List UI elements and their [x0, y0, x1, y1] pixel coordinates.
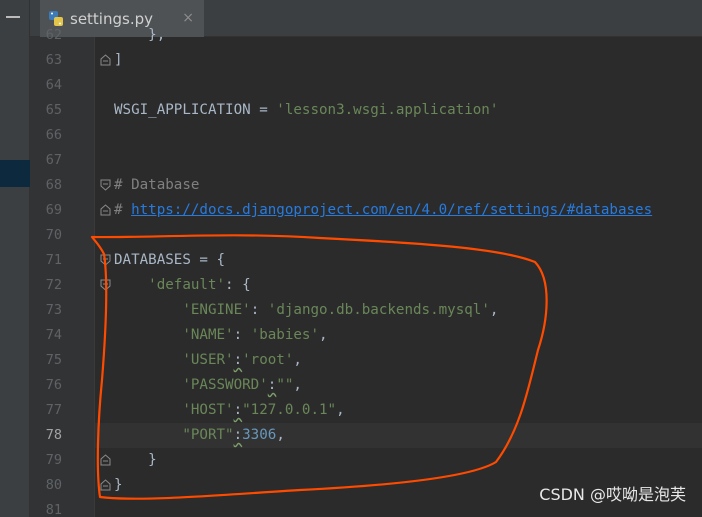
line-number: 69: [45, 202, 62, 218]
code-line[interactable]: WSGI_APPLICATION = 'lesson3.wsgi.applica…: [114, 98, 498, 123]
code-token: # Database: [114, 177, 200, 193]
code-token: "": [276, 377, 294, 393]
code-token: 'root': [242, 352, 294, 368]
line-number: 81: [45, 502, 62, 517]
line-number: 76: [45, 377, 62, 393]
code-token: }: [114, 452, 157, 468]
code-token: },: [114, 27, 166, 43]
line-number: 67: [45, 152, 62, 168]
code-line[interactable]: # Database: [114, 173, 199, 198]
code-line[interactable]: 'default': {: [114, 273, 251, 298]
code-line[interactable]: 'USER':'root',: [114, 348, 302, 373]
code-token: ,: [293, 377, 302, 393]
code-token: 'NAME': [182, 327, 234, 343]
code-token: :: [233, 352, 243, 368]
fold-end-icon[interactable]: [100, 204, 111, 216]
code-token: ]: [114, 52, 123, 68]
watermark: CSDN @哎呦是泡芙: [539, 485, 686, 504]
code-line[interactable]: ]: [114, 48, 123, 73]
code-token: DATABASES = {: [114, 252, 226, 268]
line-number: 78: [45, 427, 62, 443]
minimize-icon[interactable]: [6, 16, 20, 18]
code-token: ,: [336, 402, 345, 418]
code-token: 'HOST': [182, 402, 234, 418]
code-line[interactable]: 'NAME': 'babies',: [114, 323, 328, 348]
code-line[interactable]: },: [114, 23, 165, 48]
code-token: #: [114, 202, 132, 218]
code-token: ,: [489, 302, 499, 318]
code-token: 'babies': [250, 327, 320, 343]
line-number: 71: [45, 252, 62, 268]
code-token: : {: [225, 277, 251, 293]
code-line[interactable]: DATABASES = {: [114, 248, 225, 273]
code-token: 'ENGINE': [182, 302, 251, 318]
code-token: 'default': [148, 277, 226, 293]
code-line[interactable]: }: [114, 473, 123, 498]
fold-end-icon[interactable]: [100, 54, 111, 66]
code-token: WSGI_APPLICATION =: [114, 102, 277, 118]
code-token: ,: [319, 327, 328, 343]
code-token: ,: [276, 427, 285, 443]
code-token: 'PASSWORD': [182, 377, 268, 393]
code-line[interactable]: 'ENGINE': 'django.db.backends.mysql',: [114, 298, 498, 323]
line-number: 70: [45, 227, 62, 243]
line-number: 63: [45, 52, 62, 68]
code-token: 'USER': [182, 352, 234, 368]
code-token: :: [233, 427, 243, 443]
code-token: 3306: [242, 427, 277, 443]
fold-end-icon[interactable]: [100, 479, 111, 491]
code-line[interactable]: "PORT":3306,: [114, 423, 285, 448]
code-line[interactable]: 'HOST':"127.0.0.1",: [114, 398, 345, 423]
fold-collapse-icon[interactable]: [100, 254, 111, 266]
tool-window-strip: [0, 0, 30, 517]
code-token: }: [114, 477, 123, 493]
code-token: 'django.db.backends.mysql': [267, 302, 490, 318]
line-number: 62: [45, 27, 62, 43]
selected-tool-indicator: [0, 160, 30, 187]
code-line[interactable]: 'PASSWORD':"",: [114, 373, 302, 398]
code-line[interactable]: }: [114, 448, 157, 473]
line-number: 68: [45, 177, 62, 193]
line-number: 80: [45, 477, 62, 493]
line-number: 79: [45, 452, 62, 468]
line-number: 66: [45, 127, 62, 143]
code-token: "PORT": [182, 427, 234, 443]
line-number: 73: [45, 302, 62, 318]
line-number: 64: [45, 77, 62, 93]
fold-end-icon[interactable]: [100, 454, 111, 466]
line-number: 75: [45, 352, 62, 368]
line-number: 77: [45, 402, 62, 418]
fold-collapse-icon[interactable]: [100, 179, 111, 191]
docs-link[interactable]: https://docs.djangoproject.com/en/4.0/re…: [131, 202, 652, 218]
code-token: ,: [293, 352, 302, 368]
line-number: 65: [45, 102, 62, 118]
code-token: :: [233, 402, 243, 418]
code-token: 'lesson3.wsgi.application': [276, 102, 499, 118]
code-token: "127.0.0.1": [242, 402, 337, 418]
code-token: :: [233, 327, 251, 343]
line-number: 72: [45, 277, 62, 293]
close-tab-icon[interactable]: ×: [182, 10, 194, 26]
fold-collapse-icon[interactable]: [100, 279, 111, 291]
line-number: 74: [45, 327, 62, 343]
code-line[interactable]: # https://docs.djangoproject.com/en/4.0/…: [114, 198, 652, 223]
code-token: :: [250, 302, 268, 318]
